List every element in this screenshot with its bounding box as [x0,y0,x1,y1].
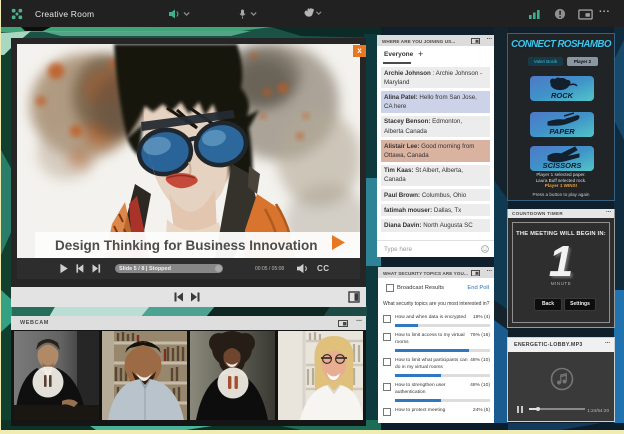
svg-text:Design Thinking for Business I: Design Thinking for Business Innovation [55,238,318,253]
svg-text:ROCK: ROCK [551,91,574,100]
svg-text:PAPER: PAPER [549,127,575,136]
svg-text:SCISSORS: SCISSORS [543,161,582,170]
